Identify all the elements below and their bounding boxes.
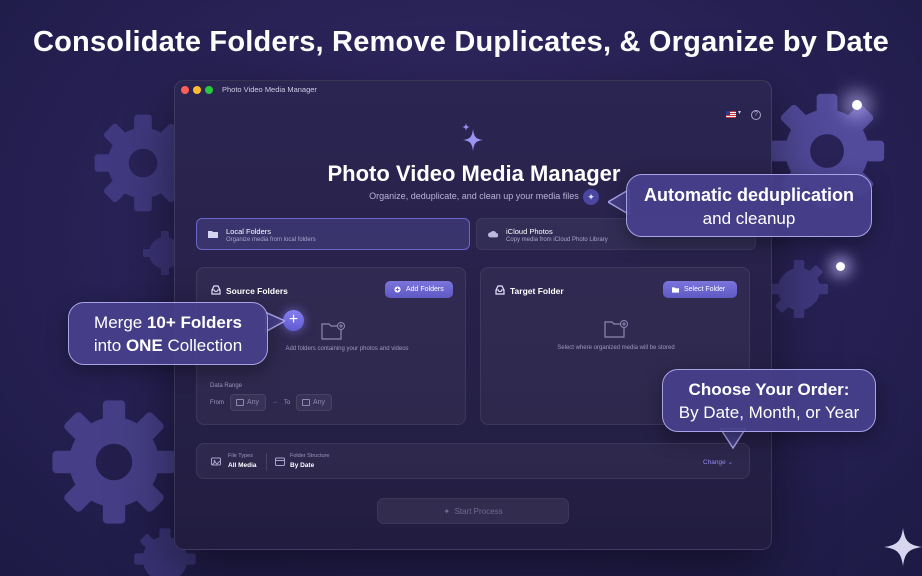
title-bar: Photo Video Media Manager [175,81,771,99]
minimize-button[interactable] [193,86,201,94]
folder-icon [208,231,218,238]
arrow-right-icon: → [272,399,278,405]
callout-text: into [93,336,126,355]
from-value: Any [247,399,260,406]
callout-line2: and cleanup [702,209,796,228]
sparkle-icon [884,528,922,566]
change-label: Change [703,459,726,466]
tab-label: iCloud Photos [506,227,553,236]
glow-dot [852,100,862,110]
callout-tail [265,312,285,333]
tab-description: Copy media from iCloud Photo Library [506,237,608,243]
question-mark-icon[interactable]: ? [751,110,761,120]
add-folders-label: Add Folders [406,286,444,293]
folder-structure-value: By Date [290,462,315,469]
date-range-label: Data Range [210,383,243,389]
folder-structure-label: Folder Structure [290,453,330,459]
plus-circle-icon [394,286,401,293]
panel-title: Target Folder [510,286,564,296]
start-process-button[interactable]: ✦ Start Process [377,498,569,524]
tab-label: Local Folders [226,227,272,236]
folder-add-icon [321,322,345,340]
to-date-picker[interactable]: Any [296,394,332,411]
start-process-label: Start Process [454,507,503,516]
add-folders-button[interactable]: Add Folders [385,281,453,298]
to-value: Any [313,399,326,406]
target-placeholder: Select where organized media will be sto… [557,345,675,351]
media-icon [211,457,221,466]
order-callout: Choose Your Order: By Date, Month, or Ye… [662,369,876,432]
callout-bold-text: ONE [125,336,163,355]
source-placeholder: Add folders containing your photos and v… [285,346,409,352]
change-button[interactable]: Change ⌄ [703,458,733,466]
folder-icon [672,287,679,293]
panel-title: Source Folders [226,286,288,296]
us-flag-icon[interactable] [726,111,736,118]
gear-icon [52,400,176,524]
broom-icon: ✦ [583,189,599,205]
callout-bold-text: 10+ Folders [146,313,242,332]
settings-bar: File Types All Media Folder Structure By… [196,443,750,479]
glow-dot [836,262,845,271]
tray-icon [495,285,505,295]
window-title: Photo Video Media Manager [222,85,317,94]
folder-add-icon [604,320,628,338]
calendar-icon [302,399,310,406]
chevron-down-icon: ⌄ [727,459,734,466]
callout-text: Merge [94,313,147,332]
to-label: To [284,400,291,406]
divider [266,453,267,471]
callout-line2: into ONE Collection [69,336,267,356]
dedup-callout: Automatic deduplication and cleanup [626,174,872,237]
cloud-icon [488,230,498,238]
calendar-icon [275,457,285,466]
add-folder-plus-button[interactable]: + [283,310,304,331]
from-label: From [210,400,224,406]
sparkle-icon: ✦ [443,507,451,516]
file-types-label: File Types [228,453,253,459]
file-types-value: All Media [228,462,257,469]
sparkle-icon [462,123,483,151]
callout-line1: Choose Your Order: [688,380,850,399]
callout-text: Collection [162,336,243,355]
callout-line1: Merge 10+ Folders [69,313,267,333]
tab-description: Organize media from local folders [226,237,316,243]
select-folder-button[interactable]: Select Folder [663,281,737,298]
merge-callout: Merge 10+ Folders into ONE Collection [68,302,268,365]
zoom-button[interactable] [205,86,213,94]
gear-icon [769,259,829,319]
select-folder-label: Select Folder [684,286,726,293]
from-date-picker[interactable]: Any [230,394,266,411]
callout-line1: Automatic deduplication [643,185,854,205]
tab-local-folders[interactable]: Local Folders Organize media from local … [196,218,470,250]
chevron-down-icon[interactable]: ▾ [738,109,741,116]
tray-icon [211,285,221,295]
close-button[interactable] [181,86,189,94]
calendar-icon [236,399,244,406]
headline: Consolidate Folders, Remove Duplicates, … [32,26,890,58]
callout-line2: By Date, Month, or Year [678,403,860,422]
